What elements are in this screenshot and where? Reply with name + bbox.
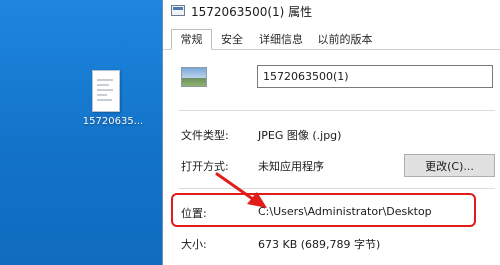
open-with-label: 打开方式: — [181, 160, 229, 173]
window-icon — [171, 5, 185, 16]
window-title: 1572063500(1) 属性 — [191, 5, 313, 19]
desktop-area: 15720635... — [0, 0, 162, 265]
size-label: 大小: — [181, 238, 207, 251]
image-file-icon — [92, 70, 120, 112]
tab-security[interactable]: 安全 — [212, 29, 252, 49]
desktop-file-icon-item[interactable]: 15720635... — [72, 64, 154, 134]
location-label: 位置: — [181, 207, 207, 220]
location-value: C:\Users\Administrator\Desktop — [258, 205, 432, 218]
size-value: 673 KB (689,789 字节) — [258, 238, 381, 251]
screen: 15720635... 1572063500(1) 属性 常规 安全 详细信息 … — [0, 0, 500, 265]
desktop-file-label: 15720635... — [82, 116, 144, 127]
image-file-icon — [181, 67, 207, 87]
tab-details[interactable]: 详细信息 — [252, 29, 310, 49]
tab-previous-versions[interactable]: 以前的版本 — [310, 29, 380, 49]
file-type-label: 文件类型: — [181, 129, 229, 142]
divider — [179, 110, 495, 111]
properties-dialog: 1572063500(1) 属性 常规 安全 详细信息 以前的版本 文件类型: … — [162, 0, 500, 265]
file-name-field[interactable] — [257, 65, 493, 88]
tab-divider — [163, 49, 500, 50]
tab-strip: 常规 安全 详细信息 以前的版本 — [163, 29, 500, 50]
open-with-value: 未知应用程序 — [258, 160, 324, 173]
tab-general[interactable]: 常规 — [171, 29, 212, 50]
divider — [179, 188, 495, 189]
file-type-value: JPEG 图像 (.jpg) — [258, 129, 342, 142]
title-bar: 1572063500(1) 属性 — [163, 0, 500, 22]
change-button[interactable]: 更改(C)... — [404, 154, 495, 177]
